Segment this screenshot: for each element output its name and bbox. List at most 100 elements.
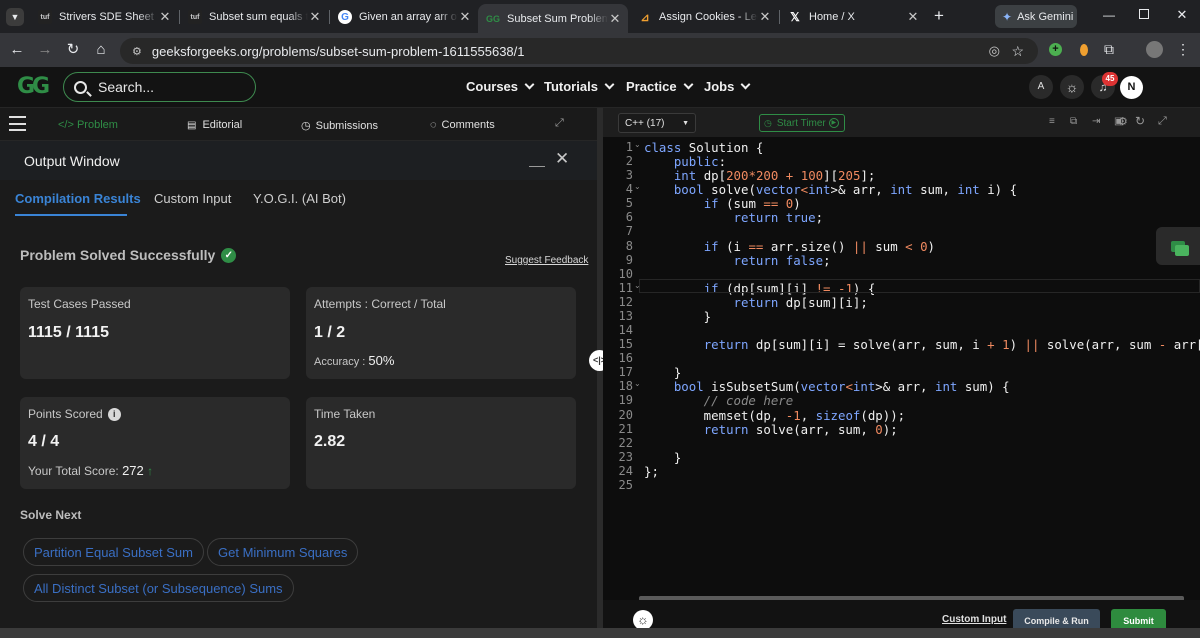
language-select[interactable]: C++ (17) ▼ bbox=[618, 113, 696, 133]
accuracy-value: 50% bbox=[368, 353, 395, 368]
fold-chevron-icon[interactable]: ⌄ bbox=[634, 182, 641, 191]
settings-icon[interactable]: ⚙ bbox=[1118, 115, 1128, 128]
user-avatar[interactable]: N bbox=[1120, 76, 1143, 99]
home-icon[interactable]: ⌂ bbox=[92, 41, 110, 59]
menu-jobs[interactable]: Jobs bbox=[704, 79, 751, 94]
tab-custom-input[interactable]: Custom Input bbox=[154, 191, 231, 206]
card-value: 2.82 bbox=[314, 433, 346, 450]
suggestion-chip[interactable]: Partition Equal Subset Sum bbox=[23, 538, 204, 566]
code-line[interactable]: return solve(arr, sum, 0); bbox=[644, 422, 898, 437]
site-info-icon[interactable]: ⚙ bbox=[132, 45, 142, 58]
tab-problem[interactable]: </> Problem bbox=[58, 119, 118, 131]
reload-icon[interactable]: ↻ bbox=[64, 41, 82, 59]
new-tab-icon[interactable]: + bbox=[929, 6, 949, 26]
caret-down-icon: ▼ bbox=[682, 119, 689, 127]
close-icon[interactable]: ✕ bbox=[758, 9, 772, 25]
browser-tab[interactable]: G Given an array arr of n ✕ bbox=[330, 5, 478, 29]
editorial-icon: ▤ bbox=[187, 119, 197, 131]
translate-icon[interactable]: A bbox=[1029, 75, 1053, 99]
custom-input-link[interactable]: Custom Input bbox=[942, 614, 1006, 625]
browser-tab[interactable]: 𝕏 Home / X ✕ bbox=[780, 5, 926, 29]
bulb-icon[interactable]: ☼ bbox=[633, 610, 653, 630]
close-window-icon[interactable]: ✕ bbox=[1174, 7, 1190, 23]
profile-avatar-icon[interactable] bbox=[1146, 41, 1163, 58]
theme-toggle-icon[interactable]: ☼ bbox=[1060, 75, 1084, 99]
code-line[interactable]: return false; bbox=[644, 253, 831, 268]
info-icon[interactable]: i bbox=[107, 407, 121, 421]
code-editor[interactable]: 1 ⌄ 2 3 4 ⌄ 5 6 7 8 9 10 11 ⌄ 12 13 14 15 16 17 18 ⌄ 19 20 21 22 2… bbox=[603, 137, 1200, 600]
bookmark-star-icon[interactable]: ☆ bbox=[1011, 43, 1024, 60]
menu-practice[interactable]: Practice bbox=[626, 79, 694, 94]
browser-tab-active[interactable]: GG Subset Sum Problem | ✕ bbox=[478, 4, 628, 33]
menu-courses[interactable]: Courses bbox=[466, 79, 535, 94]
code-line[interactable]: bool isSubsetSum(vector<int>& arr, int s… bbox=[644, 379, 1010, 394]
code-line[interactable]: return dp[sum][i]; bbox=[644, 295, 868, 310]
chat-fab-icon[interactable] bbox=[1156, 227, 1200, 265]
menu-label: Jobs bbox=[704, 79, 735, 94]
browser-menu-icon[interactable]: ⋮ bbox=[1176, 41, 1190, 58]
close-icon[interactable]: ✕ bbox=[608, 11, 622, 27]
restore-icon[interactable] bbox=[1139, 9, 1149, 19]
fold-chevron-icon[interactable]: ⌄ bbox=[634, 140, 641, 149]
code-line[interactable]: return dp[sum][i] = solve(arr, sum, i + … bbox=[644, 337, 1200, 352]
code-line[interactable]: bool solve(vector<int>& arr, int sum, in… bbox=[644, 182, 1017, 197]
tab-compilation-results[interactable]: Compilation Results bbox=[15, 191, 141, 206]
search-input[interactable]: Search... bbox=[63, 72, 256, 102]
copy-icon[interactable]: ⧉ bbox=[1070, 116, 1077, 127]
gfg-logo[interactable]: GG bbox=[17, 74, 50, 99]
extensions-puzzle-icon[interactable]: ⧉ bbox=[1104, 41, 1120, 57]
play-icon: ▶ bbox=[828, 118, 839, 128]
suggest-feedback-link[interactable]: Suggest Feedback bbox=[505, 255, 588, 266]
code-line[interactable]: public: bbox=[644, 154, 726, 169]
card-value: 1 / 2 bbox=[314, 324, 346, 341]
eye-off-icon[interactable]: ◎ bbox=[989, 43, 1000, 59]
format-icon[interactable]: ≡ bbox=[1049, 116, 1055, 127]
tab-yogi-ai-bot[interactable]: Y.O.G.I. (AI Bot) bbox=[253, 191, 346, 206]
code-line[interactable]: class Solution { bbox=[644, 140, 763, 155]
line-number: 9 bbox=[625, 252, 633, 267]
close-icon[interactable]: ✕ bbox=[906, 9, 920, 25]
code-line[interactable]: return true; bbox=[644, 210, 824, 225]
suggestion-chip[interactable]: Get Minimum Squares bbox=[207, 538, 359, 566]
hamburger-icon[interactable] bbox=[9, 116, 26, 131]
forward-icon[interactable]: → bbox=[36, 41, 54, 59]
code-line[interactable]: int dp[200*200 + 100][205]; bbox=[644, 168, 876, 183]
total-score-label: Your Total Score: bbox=[28, 464, 119, 478]
close-icon[interactable]: ✕ bbox=[158, 9, 172, 25]
reset-icon[interactable]: ↻ bbox=[1135, 114, 1145, 128]
close-icon[interactable]: ✕ bbox=[458, 9, 472, 25]
ask-gemini-button[interactable]: ✦ Ask Gemini bbox=[995, 5, 1077, 28]
close-output-icon[interactable]: ✕ bbox=[555, 149, 569, 169]
back-icon[interactable]: ← bbox=[8, 41, 26, 59]
code-line[interactable]: if (i == arr.size() || sum < 0) bbox=[644, 239, 935, 254]
expand-icon[interactable]: ⤢ bbox=[555, 117, 564, 130]
extension-orange-icon[interactable] bbox=[1080, 44, 1088, 56]
fold-chevron-icon[interactable]: ⌄ bbox=[634, 379, 641, 388]
start-timer-button[interactable]: ◷ Start Timer ▶ bbox=[759, 114, 845, 132]
extension-green-icon[interactable]: + bbox=[1049, 43, 1062, 56]
browser-tab[interactable]: ⊿ Assign Cookies - LeetC ✕ bbox=[630, 5, 778, 29]
menu-tutorials[interactable]: Tutorials bbox=[544, 79, 615, 94]
minimize-output-icon[interactable] bbox=[529, 151, 545, 167]
code-line[interactable]: }; bbox=[644, 464, 659, 479]
export-icon[interactable]: ⇥ bbox=[1092, 116, 1100, 127]
suggestion-chip[interactable]: All Distinct Subset (or Subsequence) Sum… bbox=[23, 574, 294, 602]
maximize-icon[interactable]: ⤢ bbox=[1158, 115, 1167, 128]
code-line[interactable]: } bbox=[644, 365, 681, 380]
code-line[interactable]: } bbox=[644, 450, 681, 465]
minimize-icon[interactable]: — bbox=[1101, 8, 1117, 24]
code-line[interactable]: memset(dp, -1, sizeof(dp)); bbox=[644, 408, 905, 423]
code-line[interactable]: } bbox=[644, 309, 711, 324]
close-icon[interactable]: ✕ bbox=[308, 9, 322, 25]
browser-tab[interactable]: tuf Subset sum equals to t ✕ bbox=[180, 5, 328, 29]
tab-comments[interactable]: ◌ Comments bbox=[430, 119, 495, 131]
tab-search-icon[interactable]: ▼ bbox=[6, 8, 24, 26]
tab-submissions[interactable]: ◷ Submissions bbox=[301, 119, 378, 133]
code-line[interactable]: if (sum == 0) bbox=[644, 196, 801, 211]
tab-editorial[interactable]: ▤ Editorial bbox=[187, 119, 242, 131]
url-bar[interactable]: ⚙ geeksforgeeks.org/problems/subset-sum-… bbox=[120, 38, 1038, 64]
total-score-row: Your Total Score: 272 ↑ bbox=[28, 463, 153, 478]
browser-tab[interactable]: tuf Strivers SDE Sheet - To ✕ bbox=[30, 5, 178, 29]
chevron-down-icon bbox=[524, 79, 535, 90]
code-line[interactable]: // code here bbox=[644, 393, 794, 408]
